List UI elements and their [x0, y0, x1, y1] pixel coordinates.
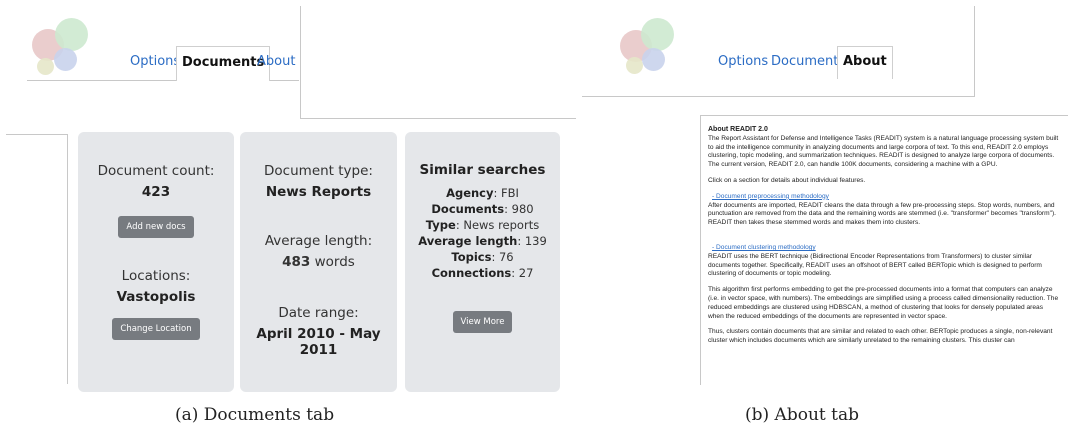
locations-label: Locations:	[121, 268, 191, 284]
change-location-button[interactable]: Change Location	[112, 318, 200, 340]
average-length-unit: words	[314, 254, 355, 270]
tab-about-b[interactable]: About	[837, 46, 893, 79]
window-frame-right	[300, 6, 301, 118]
document-count-label: Document count:	[97, 163, 215, 179]
add-new-docs-button[interactable]: Add new docs	[118, 216, 194, 238]
about-paragraph-3: This algorithm first performs embedding …	[708, 286, 1059, 320]
similar-row-type: Type: News reports	[425, 218, 540, 232]
content-frame-left	[67, 134, 68, 384]
average-length-value: 483 words	[240, 254, 397, 270]
tab-documents-b[interactable]: Documents	[771, 54, 845, 69]
document-type-value: News Reports	[265, 184, 372, 200]
tab-options[interactable]: Options	[130, 54, 180, 69]
window-frame-right-b	[974, 6, 975, 96]
about-frame-top	[700, 115, 1068, 116]
content-frame-top	[6, 134, 68, 135]
about-click-note: Click on a section for details about ind…	[708, 176, 866, 184]
similar-row-agency: Agency: FBI	[446, 186, 519, 200]
date-range-label: Date range:	[278, 305, 359, 321]
similar-row-documents: Documents: 980	[431, 202, 534, 216]
tab-options-b[interactable]: Options	[718, 54, 768, 69]
similar-searches-list: Agency: FBI Documents: 980 Type: News re…	[405, 185, 560, 281]
view-more-button[interactable]: View More	[452, 311, 513, 333]
average-length-label: Average length:	[264, 233, 373, 249]
about-heading: About READIT 2.0	[708, 126, 768, 133]
section-preprocessing-text: After documents are imported, READIT cle…	[708, 201, 1056, 227]
about-text: About READIT 2.0 The Report Assistant fo…	[708, 126, 1060, 353]
caption-b: (b) About tab	[745, 405, 859, 425]
about-intro: The Report Assistant for Defense and Int…	[708, 134, 1059, 169]
similar-searches-title: Similar searches	[419, 162, 546, 178]
document-count-card: Document count: 423 Add new docs Locatio…	[78, 132, 234, 392]
document-type-card: Document type: News Reports Average leng…	[240, 132, 397, 392]
section-clustering-link[interactable]: - Document clustering methodology	[712, 244, 1060, 253]
similar-row-connections: Connections: 27	[431, 266, 534, 280]
similar-row-topics: Topics: 76	[451, 250, 514, 264]
similar-row-average-length: Average length: 139	[418, 234, 547, 248]
document-count-value: 423	[141, 184, 171, 200]
tab-bar-divider-b	[582, 96, 975, 97]
about-frame-left	[700, 115, 701, 385]
section-clustering-text: READIT uses the BERT technique (Bidirect…	[708, 252, 1042, 278]
similar-searches-card: Similar searches Agency: FBI Documents: …	[405, 132, 560, 392]
caption-a: (a) Documents tab	[175, 405, 335, 425]
average-length-number: 483	[282, 254, 311, 270]
date-range-value: April 2010 - May 2011	[256, 326, 381, 358]
tab-about[interactable]: About	[257, 54, 295, 69]
about-paragraph-4: Thus, clusters contain documents that ar…	[708, 328, 1053, 345]
window-frame-bottom	[300, 118, 576, 119]
section-preprocessing-link[interactable]: - Document preprocessing methodology	[712, 193, 1060, 202]
document-type-label: Document type:	[264, 163, 373, 179]
locations-value: Vastopolis	[116, 289, 196, 305]
